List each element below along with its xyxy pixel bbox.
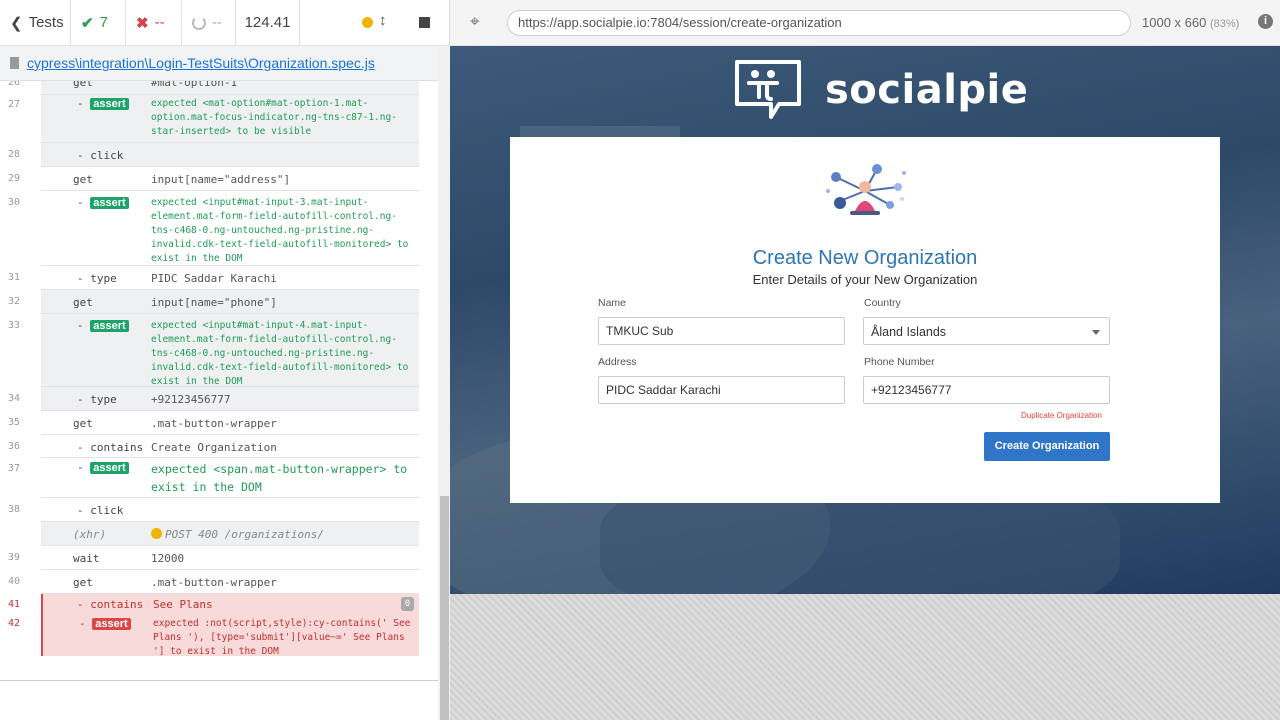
failed-command-row[interactable]: 41 - contains See Plans 0 bbox=[8, 594, 419, 614]
crosshair-icon[interactable]: ⌖ bbox=[470, 12, 480, 32]
create-org-card: Create New Organization Enter Details of… bbox=[510, 137, 1220, 503]
network-illustration-icon bbox=[826, 164, 906, 215]
divider bbox=[0, 680, 438, 681]
address-input[interactable]: PIDC Saddar Karachi bbox=[598, 376, 845, 404]
scrollbar-thumb[interactable] bbox=[440, 496, 449, 720]
command-row[interactable]: 31 - type PIDC Saddar Karachi bbox=[8, 266, 419, 290]
socialpie-logo: socialpie bbox=[733, 59, 1028, 121]
assert-badge: - assert bbox=[77, 97, 129, 110]
command-row[interactable]: 37 - assert expected <span.mat-button-wr… bbox=[8, 458, 419, 498]
command-row[interactable]: 35 get .mat-button-wrapper bbox=[8, 411, 419, 435]
file-icon bbox=[10, 57, 19, 69]
logo-chat-icon bbox=[735, 60, 801, 119]
viewport-background bbox=[450, 594, 1280, 720]
command-row[interactable]: 39 wait 12000 bbox=[8, 546, 419, 570]
command-row[interactable]: 32 get input[name="phone"] bbox=[8, 290, 419, 314]
info-icon[interactable]: i bbox=[1258, 14, 1273, 29]
runner-header: ❮ Tests ✔ 7 ✖ -- -- 124.41 ↕ bbox=[0, 0, 450, 46]
chevron-down-icon bbox=[1092, 330, 1100, 335]
failed-count: ✖ -- bbox=[126, 0, 182, 46]
spec-file-bar: cypress\integration\Login-TestSuits\Orga… bbox=[0, 46, 438, 81]
check-icon: ✔ bbox=[81, 14, 94, 32]
back-to-tests-button[interactable]: ❮ Tests bbox=[0, 0, 71, 46]
failed-assert-row[interactable]: 42 - assert expected :not(script,style):… bbox=[8, 614, 419, 657]
duplicate-error-text: Duplicate Organization bbox=[1021, 411, 1102, 420]
scroll-toggle-icon[interactable]: ↕ bbox=[379, 12, 387, 29]
duration: 124.41 bbox=[236, 0, 300, 46]
name-input[interactable]: TMKUC Sub bbox=[598, 317, 845, 345]
spec-file-link[interactable]: cypress\integration\Login-TestSuits\Orga… bbox=[27, 55, 375, 71]
assert-fail-badge: - assert bbox=[79, 617, 131, 630]
command-list: 26 get #mat-option-1 27 - assert expecte… bbox=[0, 81, 438, 681]
pending-count: -- bbox=[182, 0, 236, 46]
assert-badge: - assert bbox=[77, 461, 129, 474]
command-row[interactable]: 27 - assert expected <mat-option#mat-opt… bbox=[8, 95, 419, 143]
page-subtitle: Enter Details of your New Organization bbox=[752, 272, 978, 287]
address-label: Address bbox=[598, 356, 637, 368]
create-organization-button[interactable]: Create Organization bbox=[984, 432, 1110, 461]
command-row[interactable]: 26 get #mat-option-1 bbox=[8, 81, 419, 95]
phone-input[interactable]: +92123456777 bbox=[863, 376, 1110, 404]
page-title: Create New Organization bbox=[752, 247, 978, 269]
command-row[interactable]: 40 get .mat-button-wrapper bbox=[8, 570, 419, 594]
app-viewport: socialpie Create New Organization Enter … bbox=[450, 46, 1280, 594]
name-label: Name bbox=[598, 297, 627, 309]
viewport-size: 1000 x 660 (83%) bbox=[1142, 15, 1240, 30]
chevron-left-icon: ❮ bbox=[10, 14, 23, 32]
circle-notch-icon bbox=[192, 15, 206, 30]
passed-count: ✔ 7 bbox=[71, 0, 126, 46]
error-count-badge: 0 bbox=[401, 597, 414, 611]
assert-badge: - assert bbox=[77, 196, 129, 209]
country-label: Country bbox=[864, 297, 901, 309]
command-row[interactable]: 36 - contains Create Organization bbox=[8, 435, 419, 458]
command-row[interactable]: 34 - type +92123456777 bbox=[8, 387, 419, 411]
command-row[interactable]: 30 - assert expected <input#mat-input-3.… bbox=[8, 191, 419, 266]
url-bar: ⌖ https://app.socialpie.io:7804/session/… bbox=[450, 0, 1280, 46]
command-log-panel: ❮ Tests ✔ 7 ✖ -- -- 124.41 ↕ cypress\int… bbox=[0, 0, 450, 720]
command-row[interactable]: 29 get input[name="address"] bbox=[8, 167, 419, 191]
x-icon: ✖ bbox=[136, 14, 149, 32]
url-field[interactable]: https://app.socialpie.io:7804/session/cr… bbox=[507, 10, 1131, 36]
assert-badge: - assert bbox=[77, 319, 129, 332]
phone-label: Phone Number bbox=[864, 356, 935, 368]
xhr-row[interactable]: (xhr) POST 400 /organizations/ bbox=[41, 522, 419, 546]
command-row[interactable]: 33 - assert expected <input#mat-input-4.… bbox=[8, 314, 419, 387]
aut-panel: ⌖ https://app.socialpie.io:7804/session/… bbox=[450, 0, 1280, 720]
pending-dot-icon bbox=[151, 528, 162, 539]
country-select[interactable]: Åland Islands bbox=[863, 317, 1110, 345]
running-indicator-icon bbox=[362, 17, 373, 28]
stop-button[interactable] bbox=[419, 17, 430, 28]
command-row[interactable]: 28 - click bbox=[8, 143, 419, 167]
command-row[interactable]: 38 - click bbox=[8, 498, 419, 522]
